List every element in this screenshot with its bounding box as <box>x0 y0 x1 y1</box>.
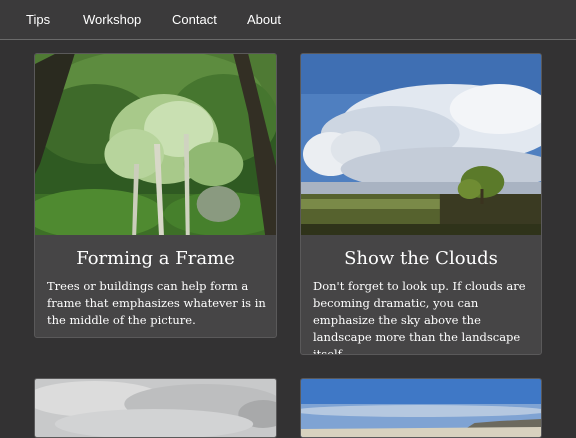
tip-card-forming-a-frame: Forming a Frame Trees or buildings can h… <box>34 53 277 338</box>
tip-card-mountain <box>300 378 542 438</box>
forest-frame-photo <box>35 54 276 235</box>
card-title: Forming a Frame <box>76 248 235 269</box>
nav-link-tips[interactable]: Tips <box>26 12 50 27</box>
nav-link-workshop[interactable]: Workshop <box>83 12 141 27</box>
tip-card-overcast <box>34 378 277 438</box>
top-navigation: Tips Workshop Contact About <box>0 0 576 40</box>
card-text: Trees or buildings can help form a frame… <box>47 279 266 327</box>
cloudy-sky-landscape-photo <box>301 54 541 235</box>
nav-link-contact[interactable]: Contact <box>172 12 217 27</box>
nav-link-about[interactable]: About <box>247 12 281 27</box>
tip-card-show-the-clouds: Show the Clouds Don't forget to look up.… <box>300 53 542 355</box>
card-text: Don't forget to look up. If clouds are b… <box>313 279 526 355</box>
overcast-sky-photo <box>35 379 276 437</box>
card-title: Show the Clouds <box>344 248 498 269</box>
blue-sky-mountain-photo <box>301 379 541 437</box>
